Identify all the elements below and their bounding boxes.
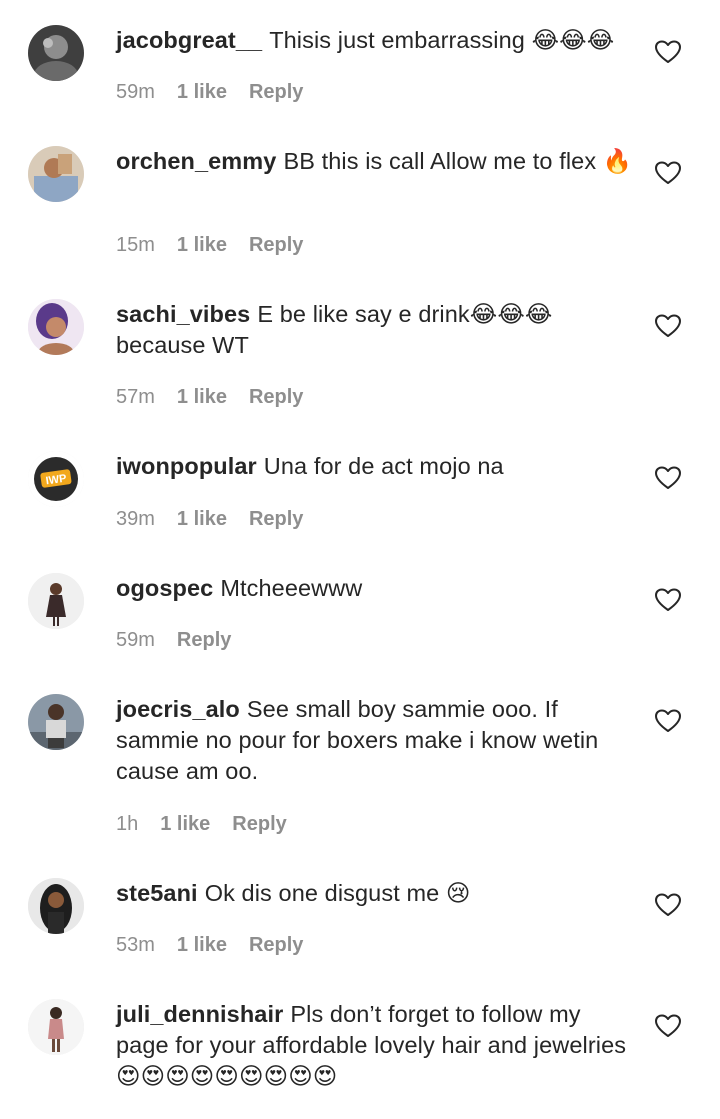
reply-button[interactable]: Reply xyxy=(249,81,303,103)
comment-text: joecris_alo See small boy sammie ooo. If … xyxy=(116,694,636,787)
timestamp: 59m xyxy=(116,81,155,103)
username-link[interactable]: orchen_emmy xyxy=(116,148,276,174)
comment-text: jacobgreat__ Thisis just embarrassing 😂😂😂 xyxy=(116,25,636,56)
reply-button[interactable]: Reply xyxy=(249,934,303,956)
avatar[interactable] xyxy=(28,694,84,750)
avatar[interactable] xyxy=(28,299,84,355)
username-link[interactable]: juli_dennishair xyxy=(116,1001,283,1027)
reply-button[interactable]: Reply xyxy=(232,813,286,835)
comment-text: sachi_vibes E be like say e drink😂😂😂 beca… xyxy=(116,299,636,361)
comment-text: orchen_emmy BB this is call Allow me to f… xyxy=(116,146,636,177)
timestamp: 57m xyxy=(116,386,155,408)
likes-count[interactable]: 1 like xyxy=(160,813,210,835)
likes-count[interactable]: 1 like xyxy=(177,934,227,956)
username-link[interactable]: joecris_alo xyxy=(116,696,240,722)
username-link[interactable]: jacobgreat__ xyxy=(116,27,262,53)
heart-outline-icon[interactable] xyxy=(655,466,681,490)
heart-outline-icon[interactable] xyxy=(655,161,681,185)
timestamp: 1h xyxy=(116,813,139,835)
likes-count[interactable]: 1 like xyxy=(177,386,227,408)
likes-count[interactable]: 1 like xyxy=(177,81,227,103)
reply-button[interactable]: Reply xyxy=(249,508,303,530)
comment-meta: 1h 1 like Reply xyxy=(116,812,287,836)
comment-meta: 57m 1 like Reply xyxy=(116,385,303,409)
comment-text: ste5ani Ok dis one disgust me 😢 xyxy=(116,878,636,909)
heart-outline-icon[interactable] xyxy=(655,40,681,64)
comment-text: juli_dennishair Pls don’t forget to follo… xyxy=(116,999,636,1092)
heart-outline-icon[interactable] xyxy=(655,709,681,733)
heart-outline-icon[interactable] xyxy=(655,893,681,917)
username-link[interactable]: ste5ani xyxy=(116,880,198,906)
comment-meta: 39m 1 like Reply xyxy=(116,507,303,531)
comment-body: BB this is call Allow me to flex 🔥 xyxy=(283,148,633,174)
comment-body: Ok dis one disgust me 😢 xyxy=(204,880,471,906)
avatar[interactable] xyxy=(28,25,84,81)
comment-meta: 15m 1 like Reply xyxy=(116,233,303,257)
avatar[interactable] xyxy=(28,573,84,629)
comment-text: iwonpopular Una for de act mojo na xyxy=(116,451,636,482)
likes-count[interactable]: 1 like xyxy=(177,508,227,530)
comment-meta: 59m 1 like Reply xyxy=(116,80,303,104)
comment-text: ogospec Mtcheeewww xyxy=(116,573,636,604)
comment-body: Una for de act mojo na xyxy=(263,453,504,479)
comment-body: Thisis just embarrassing 😂😂😂 xyxy=(269,27,615,53)
username-link[interactable]: ogospec xyxy=(116,575,213,601)
timestamp: 59m xyxy=(116,629,155,651)
likes-count[interactable]: 1 like xyxy=(177,234,227,256)
username-link[interactable]: iwonpopular xyxy=(116,453,257,479)
timestamp: 39m xyxy=(116,508,155,530)
heart-outline-icon[interactable] xyxy=(655,1014,681,1038)
comment-meta: 59m Reply xyxy=(116,628,231,652)
heart-outline-icon[interactable] xyxy=(655,588,681,612)
timestamp: 53m xyxy=(116,934,155,956)
heart-outline-icon[interactable] xyxy=(655,314,681,338)
reply-button[interactable]: Reply xyxy=(249,234,303,256)
reply-button[interactable]: Reply xyxy=(177,629,231,651)
avatar[interactable] xyxy=(28,999,84,1055)
username-link[interactable]: sachi_vibes xyxy=(116,301,250,327)
avatar[interactable]: IWP xyxy=(28,451,84,507)
timestamp: 15m xyxy=(116,234,155,256)
avatar[interactable] xyxy=(28,146,84,202)
comment-body: Mtcheeewww xyxy=(220,575,363,601)
comment-meta: 53m 1 like Reply xyxy=(116,933,303,957)
reply-button[interactable]: Reply xyxy=(249,386,303,408)
avatar[interactable] xyxy=(28,878,84,934)
